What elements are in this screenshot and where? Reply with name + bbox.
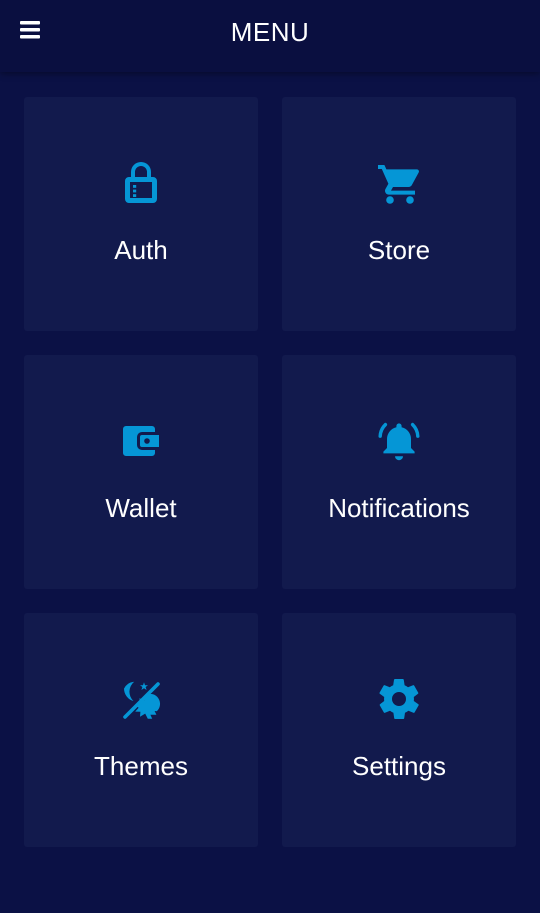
themes-tile[interactable]: Themes: [24, 613, 258, 847]
wallet-tile[interactable]: Wallet: [24, 355, 258, 589]
store-label: Store: [367, 235, 431, 265]
menu-grid: Auth Store Wallet Notifications Themes S…: [24, 97, 516, 847]
notifications-tile[interactable]: Notifications: [282, 355, 516, 589]
bell-ringing-icon: [375, 417, 423, 465]
lock-icon: [117, 159, 165, 207]
page-title: MENU: [230, 17, 310, 47]
themes-label: Themes: [94, 751, 188, 781]
wallet-label: Wallet: [105, 493, 177, 523]
app-bar: MENU: [0, 0, 540, 72]
gear-icon: [375, 675, 423, 723]
store-tile[interactable]: Store: [282, 97, 516, 331]
theme-icon: [117, 675, 165, 723]
auth-tile[interactable]: Auth: [24, 97, 258, 331]
settings-tile[interactable]: Settings: [282, 613, 516, 847]
notifications-label: Notifications: [328, 493, 470, 523]
hamburger-menu-icon[interactable]: [16, 14, 44, 46]
settings-label: Settings: [352, 751, 446, 781]
auth-label: Auth: [114, 235, 168, 265]
cart-icon: [375, 159, 423, 207]
wallet-icon: [117, 417, 165, 465]
